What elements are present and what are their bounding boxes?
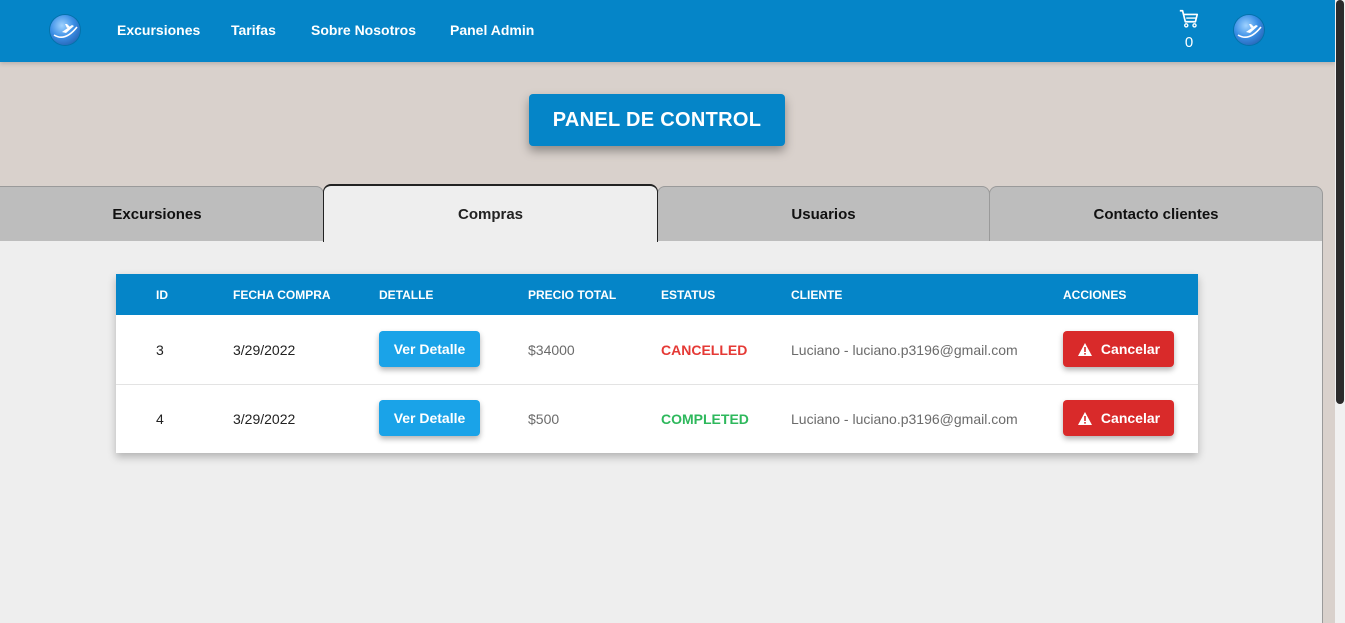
header-cliente: CLIENTE xyxy=(791,288,843,302)
cell-id: 4 xyxy=(156,411,164,427)
ver-detalle-button[interactable]: Ver Detalle xyxy=(379,400,480,436)
header-fecha-compra: FECHA COMPRA xyxy=(233,288,331,302)
ver-detalle-button[interactable]: Ver Detalle xyxy=(379,331,480,367)
cell-date: 3/29/2022 xyxy=(233,342,296,358)
status-badge: CANCELLED xyxy=(661,342,748,358)
cancelar-button[interactable]: Cancelar xyxy=(1063,400,1174,436)
header-acciones: ACCIONES xyxy=(1063,288,1127,302)
warning-icon xyxy=(1077,411,1092,425)
tab-usuarios[interactable]: Usuarios xyxy=(657,186,990,241)
vertical-scrollbar[interactable] xyxy=(1335,0,1345,623)
nav-link-panel-admin[interactable]: Panel Admin xyxy=(450,22,534,38)
cancelar-label: Cancelar xyxy=(1100,410,1161,426)
cart-button[interactable]: 0 xyxy=(1175,6,1203,54)
cell-client: Luciano - luciano.p3196@gmail.com xyxy=(791,411,1018,427)
header-id: ID xyxy=(156,288,168,302)
table-row: 4 3/29/2022 Ver Detalle $500 COMPLETED L… xyxy=(116,384,1198,453)
plane-globe-icon[interactable] xyxy=(50,15,80,45)
header-estatus: ESTATUS xyxy=(661,288,716,302)
header-precio-total: PRECIO TOTAL xyxy=(528,288,617,302)
header-detalle: DETALLE xyxy=(379,288,434,302)
cell-id: 3 xyxy=(156,342,164,358)
nav-link-sobre-nosotros[interactable]: Sobre Nosotros xyxy=(311,22,416,38)
status-badge: COMPLETED xyxy=(661,411,749,427)
nav-link-excursiones[interactable]: Excursiones xyxy=(117,22,200,38)
table-row: 3 3/29/2022 Ver Detalle $34000 CANCELLED… xyxy=(116,315,1198,385)
cell-price: $34000 xyxy=(528,342,575,358)
shopping-cart-icon xyxy=(1179,9,1199,28)
profile-avatar[interactable] xyxy=(1234,15,1264,45)
tab-excursiones[interactable]: Excursiones xyxy=(0,186,324,241)
top-navbar: Excursiones Tarifas Sobre Nosotros Panel… xyxy=(0,0,1335,62)
scrollbar-thumb[interactable] xyxy=(1336,0,1344,404)
table-header: ID FECHA COMPRA DETALLE PRECIO TOTAL EST… xyxy=(116,274,1198,315)
warning-icon xyxy=(1077,342,1092,356)
nav-link-tarifas[interactable]: Tarifas xyxy=(231,22,276,38)
purchases-table: ID FECHA COMPRA DETALLE PRECIO TOTAL EST… xyxy=(116,274,1198,453)
panel-de-control-button[interactable]: PANEL DE CONTROL xyxy=(529,94,785,146)
cell-date: 3/29/2022 xyxy=(233,411,296,427)
cart-count: 0 xyxy=(1184,34,1194,51)
tab-contacto-clientes[interactable]: Contacto clientes xyxy=(989,186,1323,241)
tab-compras[interactable]: Compras xyxy=(323,184,658,242)
cancelar-label: Cancelar xyxy=(1100,341,1161,357)
cancelar-button[interactable]: Cancelar xyxy=(1063,331,1174,367)
cell-client: Luciano - luciano.p3196@gmail.com xyxy=(791,342,1018,358)
cell-price: $500 xyxy=(528,411,560,427)
plane-globe-icon xyxy=(1237,24,1262,38)
